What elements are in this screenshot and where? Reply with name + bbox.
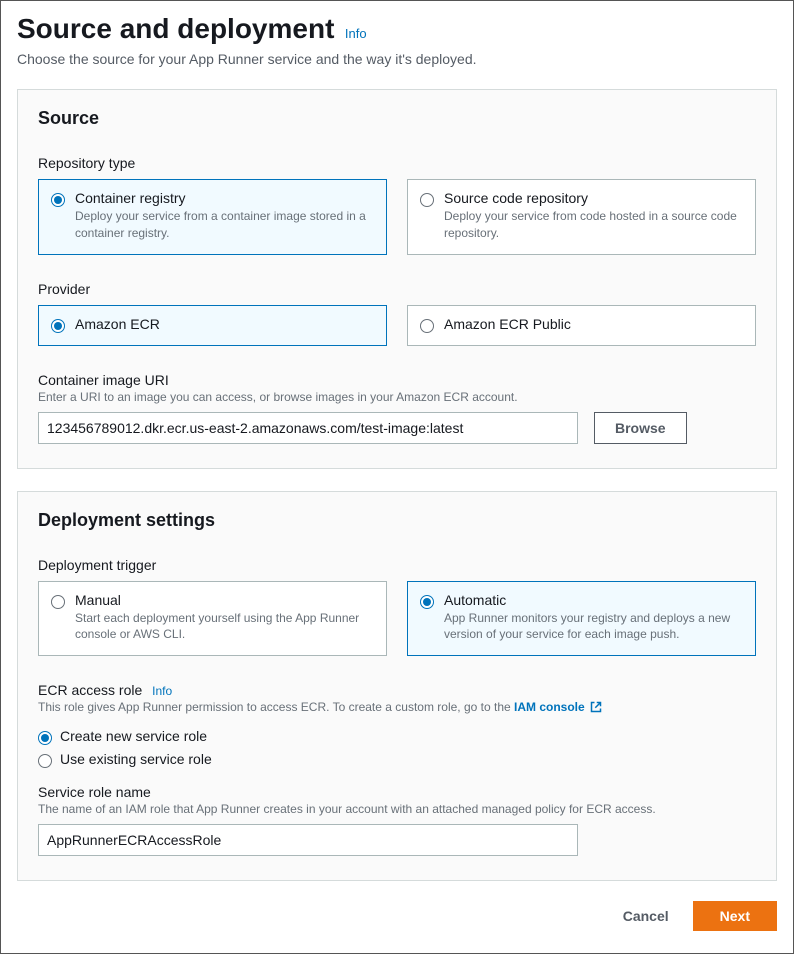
- deployment-heading: Deployment settings: [38, 510, 756, 531]
- image-uri-label: Container image URI: [38, 372, 756, 388]
- radio-icon: [51, 193, 65, 207]
- role-name-input[interactable]: [38, 824, 578, 856]
- page-title: Source and deployment: [17, 13, 334, 45]
- trigger-automatic[interactable]: Automatic App Runner monitors your regis…: [407, 581, 756, 657]
- ecr-role-label-text: ECR access role: [38, 682, 142, 698]
- cancel-button[interactable]: Cancel: [613, 902, 679, 930]
- repo-type-tiles: Container registry Deploy your service f…: [38, 179, 756, 255]
- ecr-role-use-existing[interactable]: Use existing service role: [38, 751, 756, 768]
- trigger-manual[interactable]: Manual Start each deployment yourself us…: [38, 581, 387, 657]
- tile-desc: Start each deployment yourself using the…: [75, 610, 374, 644]
- ecr-role-label: ECR access role Info: [38, 682, 756, 698]
- tile-desc: Deploy your service from code hosted in …: [444, 208, 743, 242]
- radio-icon: [420, 193, 434, 207]
- page-subtitle: Choose the source for your App Runner se…: [17, 51, 777, 67]
- image-uri-help: Enter a URI to an image you can access, …: [38, 390, 756, 404]
- radio-icon: [38, 754, 52, 768]
- provider-label: Provider: [38, 281, 756, 297]
- info-link-ecr[interactable]: Info: [152, 684, 172, 698]
- footer-actions: Cancel Next: [17, 901, 777, 931]
- source-heading: Source: [38, 108, 756, 129]
- radio-icon: [38, 731, 52, 745]
- image-uri-row: Browse: [38, 412, 756, 444]
- radio-icon: [420, 319, 434, 333]
- repo-type-source-code[interactable]: Source code repository Deploy your servi…: [407, 179, 756, 255]
- repo-type-label: Repository type: [38, 155, 756, 171]
- ecr-role-help: This role gives App Runner permission to…: [38, 700, 756, 715]
- deployment-trigger-tiles: Manual Start each deployment yourself us…: [38, 581, 756, 657]
- role-name-help: The name of an IAM role that App Runner …: [38, 802, 756, 816]
- external-link-icon: [590, 701, 602, 716]
- radio-icon: [51, 319, 65, 333]
- next-button[interactable]: Next: [693, 901, 777, 931]
- radio-icon: [420, 595, 434, 609]
- radio-icon: [51, 595, 65, 609]
- deployment-panel: Deployment settings Deployment trigger M…: [17, 491, 777, 881]
- iam-console-link[interactable]: IAM console: [514, 700, 602, 714]
- role-name-label: Service role name: [38, 784, 756, 800]
- tile-title: Container registry: [75, 190, 374, 206]
- iam-console-link-text: IAM console: [514, 700, 585, 714]
- provider-tiles: Amazon ECR Amazon ECR Public: [38, 305, 756, 346]
- tile-title: Source code repository: [444, 190, 743, 206]
- tile-title: Automatic: [444, 592, 743, 608]
- browse-button[interactable]: Browse: [594, 412, 687, 444]
- radio-label: Use existing service role: [60, 751, 212, 767]
- tile-desc: App Runner monitors your registry and de…: [444, 610, 743, 644]
- source-panel: Source Repository type Container registr…: [17, 89, 777, 469]
- provider-amazon-ecr-public[interactable]: Amazon ECR Public: [407, 305, 756, 346]
- image-uri-input[interactable]: [38, 412, 578, 444]
- page-header: Source and deployment Info Choose the so…: [17, 13, 777, 67]
- radio-label: Create new service role: [60, 728, 207, 744]
- tile-title: Amazon ECR Public: [444, 316, 743, 332]
- tile-title: Amazon ECR: [75, 316, 374, 332]
- ecr-role-create-new[interactable]: Create new service role: [38, 728, 756, 745]
- ecr-role-help-text: This role gives App Runner permission to…: [38, 700, 514, 714]
- provider-amazon-ecr[interactable]: Amazon ECR: [38, 305, 387, 346]
- tile-title: Manual: [75, 592, 374, 608]
- info-link-header[interactable]: Info: [345, 26, 367, 41]
- deployment-trigger-label: Deployment trigger: [38, 557, 756, 573]
- tile-desc: Deploy your service from a container ima…: [75, 208, 374, 242]
- repo-type-container-registry[interactable]: Container registry Deploy your service f…: [38, 179, 387, 255]
